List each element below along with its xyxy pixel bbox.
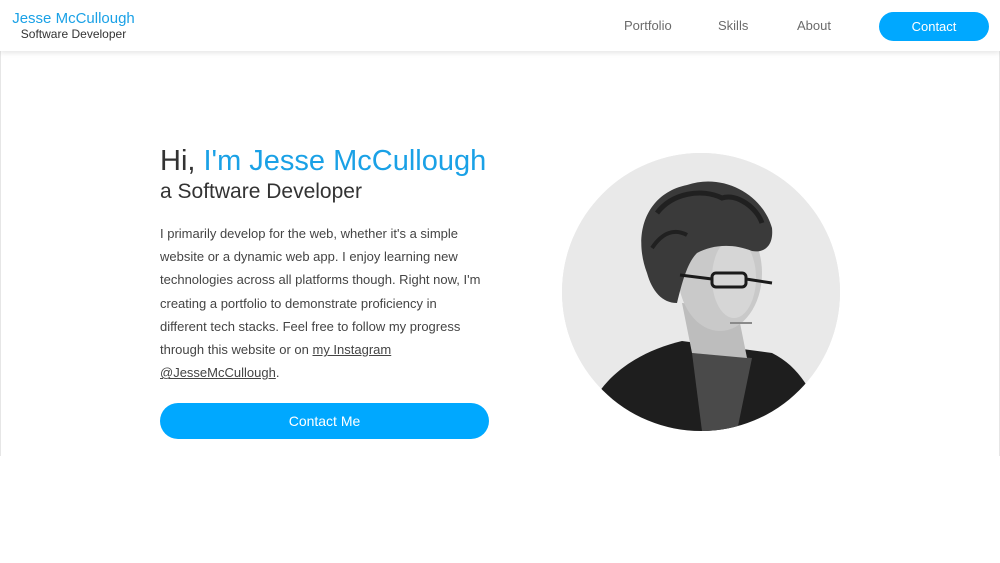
hero-subtitle: a Software Developer [160, 180, 362, 203]
instagram-link[interactable]: my Instagram [312, 342, 391, 357]
nav-link-skills[interactable]: Skills [718, 0, 748, 51]
bio-line: different tech stacks. Feel free to foll… [160, 318, 461, 334]
brand-role: Software Developer [20, 27, 127, 41]
bio-line-text: through this website or on [160, 342, 313, 358]
profile-photo-illustration [562, 153, 840, 431]
nav-link-about[interactable]: About [797, 0, 831, 51]
brand-name[interactable]: Jesse McCullough [11, 10, 136, 27]
site-header: Jesse McCullough Software Developer Port… [0, 0, 1000, 51]
bio-end-period: . [275, 365, 280, 381]
bio-line: I primarily develop for the web, whether… [160, 226, 458, 241]
bio-line: website or a dynamic web app. I enjoy le… [160, 249, 458, 265]
bio-line: technologies across all platforms though… [160, 272, 481, 288]
greeting-text: Hi, [160, 145, 204, 177]
brand[interactable]: Jesse McCullough Software Developer [11, 10, 136, 41]
bio-line-with-handle: @JesseMcCullough. [160, 361, 495, 384]
bio-line-with-link: through this website or on my Instagram [160, 338, 495, 361]
bio-paragraph: I primarily develop for the web, whether… [160, 222, 495, 384]
bio-line: creating a portfolio to demonstrate prof… [160, 295, 437, 311]
hero-name: I'm Jesse McCullough [203, 145, 487, 177]
contact-button[interactable]: Contact [879, 12, 989, 41]
hero-headline: Hi, I'm Jesse McCullough [160, 144, 486, 178]
instagram-handle-link[interactable]: @JesseMcCullough [160, 365, 276, 380]
profile-photo [562, 153, 840, 431]
contact-me-button[interactable]: Contact Me [160, 403, 489, 439]
nav-link-portfolio[interactable]: Portfolio [624, 0, 672, 51]
hero-section [0, 51, 1000, 456]
